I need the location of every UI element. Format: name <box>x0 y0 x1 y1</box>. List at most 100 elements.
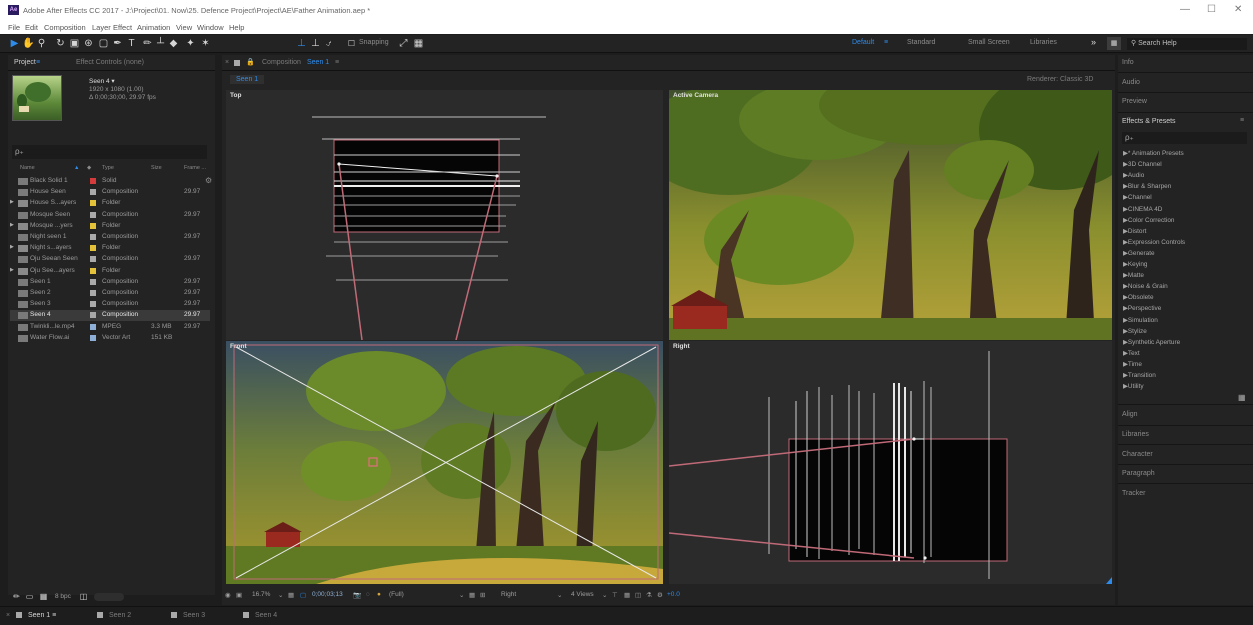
effects-menu-icon[interactable]: ≡ <box>1240 117 1244 124</box>
project-item-row[interactable]: Water Flow.ai Vector Art 151 KB <box>10 333 210 344</box>
effect-category-item[interactable]: ▶Time <box>1123 360 1142 368</box>
bit-depth-button[interactable]: 8 bpc <box>55 593 71 600</box>
info-panel-header[interactable]: Info <box>1122 59 1134 66</box>
color-channel-icon[interactable]: ● <box>377 591 381 598</box>
effect-category-item[interactable]: ▶3D Channel <box>1123 160 1162 168</box>
snapping-checkbox[interactable]: ☐ <box>346 37 357 50</box>
top-view-viewport[interactable]: Top <box>226 90 663 340</box>
timeline-tab[interactable]: Seen 2 <box>97 612 131 619</box>
snapshot-camera-icon[interactable]: 📷 <box>353 591 361 599</box>
effects-presets-panel-header[interactable]: Effects & Presets <box>1122 118 1176 125</box>
expand-triangle-icon[interactable]: ▶ <box>10 222 14 228</box>
menu-composition[interactable]: Composition <box>44 23 86 32</box>
view-layout-dropdown-arrow-icon[interactable]: ⌄ <box>602 591 607 599</box>
zoom-level-dropdown[interactable]: 16.7% <box>252 591 270 598</box>
pixel-aspect-icon[interactable]: ⊤ <box>612 591 618 599</box>
reset-exposure-icon[interactable]: ⚙ <box>657 591 663 599</box>
audio-panel-header[interactable]: Audio <box>1122 79 1140 86</box>
selected-comp-name[interactable]: Seen 4 ▾ <box>89 77 115 85</box>
composition-tab-name[interactable]: Seen 1 <box>307 59 329 66</box>
new-composition-icon[interactable]: ▦ <box>38 590 49 603</box>
minimize-button[interactable]: — <box>1180 4 1190 15</box>
timeline-tab[interactable]: Seen 3 <box>171 612 205 619</box>
toggle-mask-icon[interactable]: ▣ <box>236 591 242 599</box>
transparency-grid-icon[interactable]: ⊞ <box>480 591 485 599</box>
character-panel-header[interactable]: Character <box>1122 451 1153 458</box>
label-color-swatch[interactable] <box>90 234 96 240</box>
sort-ascending-icon[interactable]: ▲ <box>74 165 79 171</box>
effect-category-item[interactable]: ▶Simulation <box>1123 316 1158 324</box>
always-preview-icon[interactable]: ◉ <box>225 591 231 599</box>
effect-category-item[interactable]: ▶Blur & Sharpen <box>1123 182 1171 190</box>
project-item-row[interactable]: Seen 2 Composition 29.97 <box>10 288 210 299</box>
rectangle-tool-icon[interactable]: ▢ <box>98 37 109 50</box>
expand-triangle-icon[interactable]: ▶ <box>10 267 14 273</box>
align-panel-header[interactable]: Align <box>1122 411 1138 418</box>
close-button[interactable]: ✕ <box>1234 4 1242 15</box>
delete-icon[interactable]: ◫ <box>78 590 89 603</box>
effect-category-item[interactable]: ▶* Animation Presets <box>1123 149 1184 157</box>
preview-panel-header[interactable]: Preview <box>1122 98 1147 105</box>
effect-category-item[interactable]: ▶Perspective <box>1123 304 1161 312</box>
expand-triangle-icon[interactable]: ▶ <box>10 244 14 250</box>
expand-triangle-icon[interactable]: ▶ <box>10 199 14 205</box>
menu-view[interactable]: View <box>176 23 192 32</box>
project-item-row[interactable]: Mosque Seen Composition 29.97 <box>10 210 210 221</box>
resolution-dropdown-arrow-icon[interactable]: ⌄ <box>459 591 464 599</box>
exposure-value[interactable]: +0.0 <box>667 591 680 598</box>
column-size[interactable]: Size <box>151 165 162 171</box>
interpret-footage-icon[interactable]: ✏ <box>11 590 22 603</box>
label-color-swatch[interactable] <box>90 278 96 285</box>
tab-effect-controls[interactable]: Effect Controls (none) <box>76 59 144 66</box>
project-search-input[interactable]: ρ₊ <box>12 145 207 159</box>
effect-category-item[interactable]: ▶CINEMA 4D <box>1123 205 1162 213</box>
menu-edit[interactable]: Edit <box>25 23 38 32</box>
tab-project-menu-icon[interactable]: ≡ <box>36 59 40 66</box>
paragraph-panel-header[interactable]: Paragraph <box>1122 470 1155 477</box>
effect-category-item[interactable]: ▶Keying <box>1123 260 1147 268</box>
current-time-field[interactable]: 0;00;03;13 <box>312 591 343 598</box>
column-name[interactable]: Name <box>20 165 35 171</box>
timeline-tab[interactable]: Seen 4 <box>243 612 277 619</box>
region-of-interest-icon[interactable]: ▢ <box>300 591 306 599</box>
pen-tool-icon[interactable]: ✒ <box>112 37 123 50</box>
libraries-panel-header[interactable]: Libraries <box>1122 431 1149 438</box>
roto-brush-tool-icon[interactable]: ✦ <box>185 37 196 50</box>
comp-flow-tab[interactable]: Seen 1 <box>230 75 265 84</box>
project-item-row[interactable]: Oju Seean Seen Composition 29.97 <box>10 254 210 265</box>
tracker-panel-header[interactable]: Tracker <box>1122 490 1145 497</box>
timeline-tab[interactable]: Seen 1 ≡ <box>16 612 56 619</box>
project-item-row[interactable]: Night seen 1 Composition 29.97 <box>10 232 210 243</box>
camera-tool-icon[interactable]: ▣ <box>69 37 80 50</box>
workspace-default[interactable]: Default <box>852 39 874 46</box>
effect-category-item[interactable]: ▶Noise & Grain <box>1123 282 1168 290</box>
label-color-swatch[interactable] <box>90 200 96 207</box>
effect-category-item[interactable]: ▶Synthetic Aperture <box>1123 338 1180 346</box>
project-item-row[interactable]: Twinkli...le.mp4 MPEG 3.3 MB 29.97 <box>10 322 210 333</box>
label-column-icon[interactable]: ◆ <box>87 165 91 171</box>
effect-category-item[interactable]: ▶Utility <box>1123 382 1144 390</box>
view-axis-mode-icon[interactable]: ⍻ <box>323 37 334 50</box>
effect-category-item[interactable]: ▶Color Correction <box>1123 216 1174 224</box>
view-layout-dropdown[interactable]: 4 Views <box>571 591 594 598</box>
composition-tab-label[interactable]: Composition <box>262 59 301 66</box>
sync-settings-icon[interactable]: ▦ <box>1107 37 1121 50</box>
new-preset-icon[interactable]: ▦ <box>1238 393 1246 402</box>
3d-view-dropdown-arrow-icon[interactable]: ⌄ <box>557 591 562 599</box>
column-type[interactable]: Type <box>102 165 114 171</box>
effect-category-item[interactable]: ▶Text <box>1123 349 1140 357</box>
rotate-tool-icon[interactable]: ↻ <box>55 37 66 50</box>
timeline-tab-menu-icon[interactable]: ≡ <box>52 612 56 619</box>
zoom-tool-icon[interactable]: ⚲ <box>36 37 47 50</box>
world-axis-mode-icon[interactable]: ⊥ <box>310 37 321 50</box>
new-folder-icon[interactable]: ▭ <box>24 590 35 603</box>
menu-animation[interactable]: Animation <box>137 23 170 32</box>
menu-effect[interactable]: Effect <box>113 23 132 32</box>
label-color-swatch[interactable] <box>90 178 96 184</box>
front-view-viewport[interactable]: Front <box>226 341 663 584</box>
effects-search-input[interactable]: ρ₊ <box>1122 132 1247 144</box>
clone-stamp-tool-icon[interactable]: ┴ <box>155 37 166 50</box>
zoom-dropdown-arrow-icon[interactable]: ⌄ <box>278 591 283 599</box>
maximize-button[interactable]: ☐ <box>1207 4 1216 15</box>
safe-margins-icon[interactable]: ▦ <box>288 591 294 599</box>
